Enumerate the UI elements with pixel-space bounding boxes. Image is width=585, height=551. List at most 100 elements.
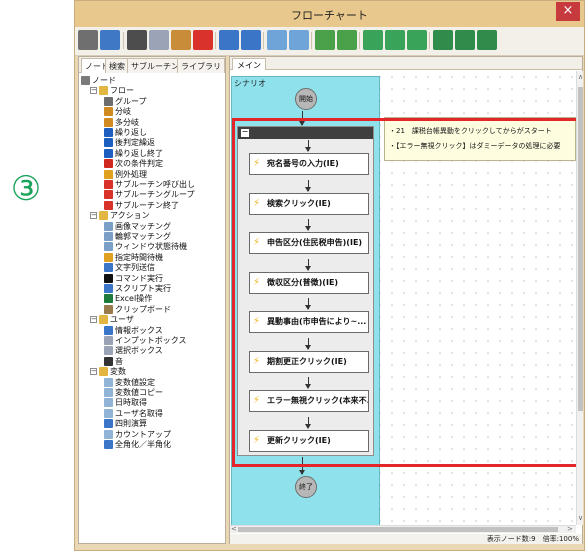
tree-expander-icon[interactable]: − [90, 316, 97, 324]
tab-subroutine[interactable]: サブルーチン [127, 58, 183, 73]
selection-highlight-box [232, 118, 580, 467]
clipboard-icon [104, 304, 113, 314]
tree-item[interactable]: 次の条件判定 [104, 159, 163, 169]
tree-item-label: ノード [92, 76, 116, 85]
start-node[interactable]: 開始 [295, 88, 317, 110]
tree-item[interactable]: Excel操作 [104, 294, 152, 304]
folder-icon [99, 367, 108, 377]
tree-item[interactable]: カウントアップ [104, 429, 171, 440]
tree-item[interactable]: 変数値コピー [104, 388, 163, 398]
count-up-icon [104, 429, 113, 439]
tree-item-label: サブルーチン終了 [115, 200, 179, 210]
window-wait-icon [104, 242, 113, 252]
tree-item[interactable]: 画像マッチング [104, 221, 171, 232]
sound-icon [104, 356, 113, 366]
tree-item[interactable]: クリップボード [104, 304, 171, 315]
toolbar-separator [359, 32, 360, 49]
tree-item[interactable]: スクリプト実行 [104, 284, 171, 294]
delete-icon[interactable] [193, 30, 213, 50]
scroll-up-icon[interactable]: ∧ [578, 73, 583, 81]
tree-item-label: ユーザ [110, 315, 134, 325]
tab-search[interactable]: 検索 [105, 58, 129, 73]
multi-branch-icon [104, 117, 113, 127]
tree-item[interactable]: 選択ボックス [104, 346, 163, 356]
tree-expander-icon[interactable]: − [90, 87, 97, 95]
window-import-icon[interactable] [455, 30, 475, 50]
paste-icon[interactable] [171, 30, 191, 50]
window-export-icon[interactable] [477, 30, 497, 50]
tree-item[interactable]: ウィンドウ状態待機 [104, 242, 187, 252]
tree-item[interactable]: 繰り返し [104, 128, 147, 138]
flow-canvas[interactable]: シナリオ 開始 − ⚡ 宛名番号の入力(IE) ⚡ 検索クリック(IE) ⚡ 申告区分(住… [230, 71, 580, 532]
tree-item[interactable]: 日時取得 [104, 398, 147, 408]
folder-icon [99, 211, 108, 221]
tree-item[interactable]: サブルーチングループ [104, 190, 195, 200]
end-node[interactable]: 終了 [295, 476, 317, 498]
horizontal-scroll-thumb[interactable] [238, 527, 558, 532]
scroll-down-icon[interactable]: ∨ [578, 514, 583, 522]
tab-main[interactable]: メイン [232, 58, 266, 70]
window-icon[interactable] [433, 30, 453, 50]
tree-category[interactable]: − 変数 [90, 367, 126, 377]
tree-item[interactable]: 後判定繰返 [104, 138, 155, 148]
zoom-out-icon[interactable] [289, 30, 309, 50]
tree-item[interactable]: 例外処理 [104, 169, 147, 180]
folder-icon [99, 86, 108, 96]
copy-icon[interactable] [149, 30, 169, 50]
tree-item-label: Excel操作 [115, 294, 153, 304]
tree-item[interactable]: 多分岐 [104, 117, 139, 128]
new-document-icon[interactable] [78, 30, 98, 50]
tree-item[interactable]: グループ [104, 96, 147, 107]
tree-item[interactable]: コマンド実行 [104, 273, 163, 284]
tree-item[interactable]: サブルーチン終了 [104, 200, 179, 211]
arithmetic-icon [104, 419, 113, 429]
close-button[interactable]: × [556, 2, 580, 21]
scroll-left-icon[interactable]: < [231, 525, 237, 533]
scroll-right-icon[interactable]: > [567, 525, 573, 533]
undo-icon[interactable] [219, 30, 239, 50]
tree-item-label: コマンド実行 [115, 273, 163, 283]
tree-item[interactable]: 分岐 [104, 107, 131, 117]
tab-library[interactable]: ライブラリ [177, 58, 225, 73]
tree-category[interactable]: − フロー [90, 86, 134, 96]
title-bar: フローチャート × [75, 1, 584, 27]
tree-category[interactable]: − アクション [90, 211, 150, 221]
zoom-in-icon[interactable] [267, 30, 287, 50]
run-icon[interactable] [363, 30, 383, 50]
select-box-icon [104, 346, 113, 356]
width-convert-icon [104, 440, 113, 449]
tree-item[interactable]: 輪郭マッチング [104, 232, 171, 242]
tree-item[interactable]: ノード [81, 76, 116, 86]
tree-expander-icon[interactable]: − [90, 368, 97, 376]
vertical-scroll-thumb[interactable] [578, 87, 583, 411]
image-capture-icon[interactable] [315, 30, 335, 50]
tree-item[interactable]: ユーザ名取得 [104, 408, 163, 419]
import-icon[interactable] [407, 30, 427, 50]
datetime-icon [104, 398, 113, 408]
redo-icon[interactable] [241, 30, 261, 50]
palette-tabs: ノード 検索 サブルーチン ライブラリ [79, 57, 225, 73]
export-icon[interactable] [385, 30, 405, 50]
toolbar-separator [429, 32, 430, 49]
tree-item[interactable]: 全角化／半角化 [104, 440, 171, 450]
tree-item-label: 選択ボックス [115, 346, 163, 356]
tree-item[interactable]: 文字列送信 [104, 263, 155, 273]
tree-expander-icon[interactable]: − [90, 212, 97, 220]
tree-item[interactable]: 音 [104, 356, 123, 367]
window-title: フローチャート [291, 9, 368, 22]
tree-item[interactable]: 繰り返し終了 [104, 148, 163, 159]
horizontal-scrollbar[interactable]: < > [230, 525, 576, 533]
tree-category[interactable]: − ユーザ [90, 315, 134, 325]
tree-item[interactable]: 四則演算 [104, 419, 147, 429]
tree-item[interactable]: サブルーチン呼び出し [104, 180, 195, 190]
tree-item[interactable]: 情報ボックス [104, 325, 163, 336]
tree-item[interactable]: 変数値設定 [104, 377, 155, 388]
tree-item[interactable]: インプットボックス [104, 336, 187, 346]
image-edit-icon[interactable] [337, 30, 357, 50]
vertical-scrollbar[interactable]: ∧ ∨ [576, 71, 583, 525]
cut-icon[interactable] [127, 30, 147, 50]
tree-item[interactable]: 指定時間待機 [104, 252, 163, 263]
editor-tabs: メイン [230, 57, 582, 70]
save-icon[interactable] [100, 30, 120, 50]
tree-item-label: グループ [115, 96, 147, 106]
